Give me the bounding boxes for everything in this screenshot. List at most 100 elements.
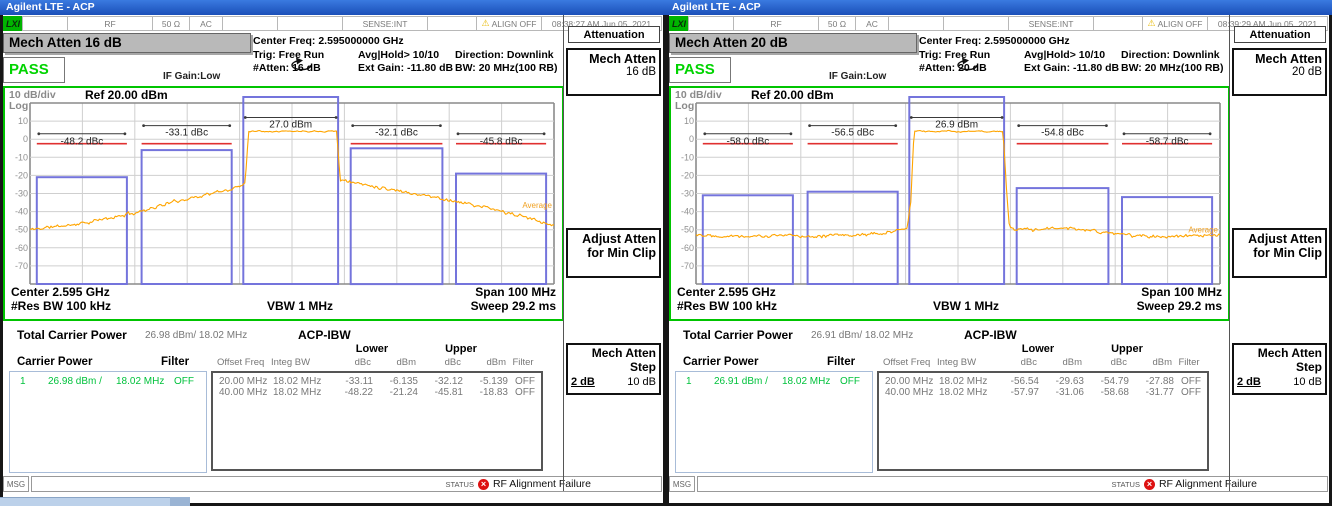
measurement-view: 100-10-20-30-40-50-60-70Average-48.2 dBc… xyxy=(3,86,564,321)
softkey-menu: Attenuation Mech Atten 20 dB Adjust Atte… xyxy=(1229,15,1329,491)
acp-cell: -31.06 xyxy=(1039,387,1084,398)
svg-text:-33.1 dBc: -33.1 dBc xyxy=(165,128,208,139)
direction-readout: Direction: Downlink xyxy=(1121,49,1220,61)
blank-cell xyxy=(222,16,278,31)
acp-col-header: dBc xyxy=(995,357,1037,368)
status-label: STATUS xyxy=(445,480,473,489)
align-warning: ⚠ALIGN OFF xyxy=(476,16,542,31)
sense-indicator: SENSE:INT xyxy=(342,16,428,31)
softkey-mech-atten[interactable]: Mech Atten 16 dB xyxy=(566,48,661,96)
svg-text:10: 10 xyxy=(684,116,694,126)
softkey-label: Mech Atten Step xyxy=(571,347,656,375)
sweep-annotation: Sweep 29.2 ms xyxy=(1137,299,1222,313)
acp-table-row: 40.00 MHz18.02 MHz-57.97-31.06-58.68-31.… xyxy=(879,387,1207,398)
acp-cell: -33.11 xyxy=(331,376,373,387)
softkey-selected-value: 2 dB xyxy=(571,376,595,388)
svg-text:-50: -50 xyxy=(681,225,694,235)
svg-text:0: 0 xyxy=(689,134,694,144)
svg-text:-60: -60 xyxy=(15,243,28,253)
acp-cell: 18.02 MHz xyxy=(939,376,997,387)
acp-col-header: Filter xyxy=(506,357,540,368)
softkey-adjust-atten[interactable]: Adjust Atten for Min Clip xyxy=(1232,228,1327,278)
acp-table-headers: Offset FreqInteg BWdBcdBmdBcdBmFilter xyxy=(877,357,1209,368)
error-icon: × xyxy=(478,479,489,490)
acp-col-header: dBm xyxy=(371,357,416,368)
analyzer-panel: Agilent LTE - ACP LXI RF 50 Ω AC SENSE:I… xyxy=(666,0,1332,506)
svg-text:Average: Average xyxy=(1188,226,1218,235)
acp-table-row: 20.00 MHz18.02 MHz-33.11-6.135-32.12-5.1… xyxy=(213,376,541,387)
center-freq-annotation: Center 2.595 GHz xyxy=(11,285,110,299)
background-window-fragment-cap xyxy=(170,497,190,506)
active-function-banner: Mech Atten 20 dB xyxy=(669,33,917,53)
analyzer-panel: Agilent LTE - ACP LXI RF 50 Ω AC SENSE:I… xyxy=(0,0,666,506)
acp-table-row: 20.00 MHz18.02 MHz-56.54-29.63-54.79-27.… xyxy=(879,376,1207,387)
ref-level-label: Ref 20.00 dBm xyxy=(85,88,168,102)
carrier-power-value: 26.91 dBm / xyxy=(714,376,768,387)
acp-cell: 20.00 MHz xyxy=(213,376,273,387)
lxi-badge: LXI xyxy=(669,16,689,31)
softkey-mech-atten[interactable]: Mech Atten 20 dB xyxy=(1232,48,1327,96)
res-bw-annotation: #Res BW 100 kHz xyxy=(11,299,111,313)
atten-readout: #Atten: 16 dB xyxy=(253,62,321,74)
svg-text:-58.7 dBc: -58.7 dBc xyxy=(1146,137,1189,148)
acp-cell: -57.97 xyxy=(997,387,1039,398)
menu-title: Attenuation xyxy=(1234,26,1326,43)
svg-text:-48.2 dBc: -48.2 dBc xyxy=(60,137,103,148)
acp-cell: 18.02 MHz xyxy=(273,387,331,398)
softkey-menu: Attenuation Mech Atten 16 dB Adjust Atte… xyxy=(563,15,663,491)
blank-cell xyxy=(22,16,68,31)
svg-text:-60: -60 xyxy=(681,243,694,253)
svg-text:-70: -70 xyxy=(15,261,28,271)
acp-cell: 20.00 MHz xyxy=(879,376,939,387)
softkey-label: Adjust Atten xyxy=(1237,232,1322,246)
align-off-label: ALIGN OFF xyxy=(1158,19,1203,29)
svg-text:-50: -50 xyxy=(15,225,28,235)
lower-group-label: Lower xyxy=(324,343,420,355)
res-bw-annotation: #Res BW 100 kHz xyxy=(677,299,777,313)
blank-cell xyxy=(277,16,343,31)
blank-cell xyxy=(427,16,477,31)
rf-indicator: RF xyxy=(67,16,153,31)
acp-col-header: Offset Freq xyxy=(877,357,937,368)
svg-text:-10: -10 xyxy=(15,152,28,162)
spectrum-plot: 100-10-20-30-40-50-60-70Average-48.2 dBc… xyxy=(5,88,558,315)
log-scale-label: Log xyxy=(9,100,28,112)
msg-label: MSG xyxy=(3,476,29,492)
softkey-adjust-atten[interactable]: Adjust Atten for Min Clip xyxy=(566,228,661,278)
svg-text:-58.0 dBc: -58.0 dBc xyxy=(726,137,769,148)
error-icon: × xyxy=(1144,479,1155,490)
log-scale-label: Log xyxy=(675,100,694,112)
acp-offset-table: 20.00 MHz18.02 MHz-33.11-6.135-32.12-5.1… xyxy=(211,371,543,471)
window-title: Agilent LTE - ACP xyxy=(672,1,761,13)
acp-cell: -31.77 xyxy=(1129,387,1174,398)
impedance-indicator: 50 Ω xyxy=(152,16,190,31)
ext-gain-readout: Ext Gain: -11.80 dB xyxy=(358,62,453,74)
bw-readout: BW: 20 MHz(100 RB) xyxy=(455,62,558,74)
align-warning: ⚠ALIGN OFF xyxy=(1142,16,1208,31)
softkey-mech-atten-step[interactable]: Mech Atten Step 2 dB 10 dB xyxy=(1232,343,1327,395)
panel-body: LXI RF 50 Ω AC SENSE:INT ⚠ALIGN OFF 08:3… xyxy=(0,15,666,506)
direction-readout: Direction: Downlink xyxy=(455,49,554,61)
acp-cell: OFF xyxy=(508,376,542,387)
acp-col-header: Integ BW xyxy=(271,357,329,368)
acp-cell: -5.139 xyxy=(463,376,508,387)
window-titlebar[interactable]: Agilent LTE - ACP xyxy=(0,0,666,15)
softkey-mech-atten-step[interactable]: Mech Atten Step 2 dB 10 dB xyxy=(566,343,661,395)
bw-readout: BW: 20 MHz(100 RB) xyxy=(1121,62,1224,74)
acp-cell: -58.68 xyxy=(1084,387,1129,398)
upper-group-label: Upper xyxy=(1079,343,1175,355)
acp-cell: -56.54 xyxy=(997,376,1039,387)
window-titlebar[interactable]: Agilent LTE - ACP xyxy=(666,0,1332,15)
ref-level-label: Ref 20.00 dBm xyxy=(751,88,834,102)
acp-cell: -21.24 xyxy=(373,387,418,398)
acp-cell: -6.135 xyxy=(373,376,418,387)
blank-cell xyxy=(888,16,944,31)
pass-indicator: PASS xyxy=(669,57,731,83)
lower-group-label: Lower xyxy=(990,343,1086,355)
svg-text:-45.8 dBc: -45.8 dBc xyxy=(480,137,523,148)
svg-text:26.9 dBm: 26.9 dBm xyxy=(935,119,978,130)
ext-gain-readout: Ext Gain: -11.80 dB xyxy=(1024,62,1119,74)
avg-hold-readout: Avg|Hold> 10/10 xyxy=(358,49,439,61)
softkey-label: Mech Atten xyxy=(1237,52,1322,66)
acp-col-header: Filter xyxy=(1172,357,1206,368)
